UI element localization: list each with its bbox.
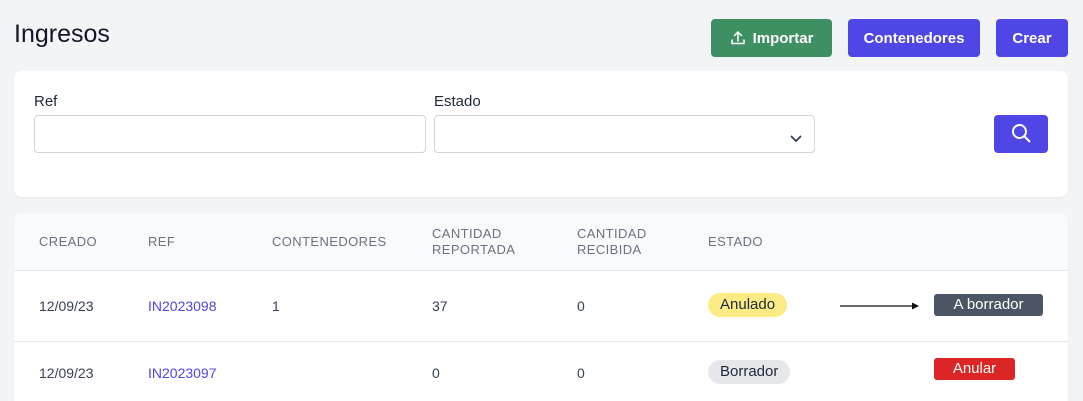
- column-header-received[interactable]: CANTIDAD RECIBIDA: [577, 226, 687, 258]
- ref-link[interactable]: IN2023098: [148, 298, 217, 314]
- filter-panel: Ref Estado: [14, 71, 1068, 197]
- received-cell: 0: [577, 298, 585, 314]
- received-cell: 0: [577, 365, 585, 381]
- column-header-reported[interactable]: CANTIDAD REPORTADA: [432, 226, 552, 258]
- estado-select[interactable]: [434, 115, 815, 153]
- table-header: CREADO REF CONTENEDORES CANTIDAD REPORTA…: [14, 213, 1068, 271]
- status-badge: Borrador: [708, 360, 791, 384]
- created-cell: 12/09/23: [39, 365, 94, 381]
- ref-link[interactable]: IN2023097: [148, 365, 217, 381]
- reported-cell: 0: [432, 365, 440, 381]
- create-button[interactable]: Crear: [996, 19, 1068, 57]
- containers-button[interactable]: Contenedores: [848, 19, 980, 57]
- created-cell: 12/09/23: [39, 298, 94, 314]
- page-title: Ingresos: [14, 20, 110, 48]
- reported-cell: 37: [432, 298, 448, 314]
- ingresos-table: CREADO REF CONTENEDORES CANTIDAD REPORTA…: [14, 213, 1068, 401]
- column-header-created[interactable]: CREADO: [39, 234, 97, 250]
- search-button[interactable]: [994, 115, 1048, 153]
- column-header-containers[interactable]: CONTENEDORES: [272, 234, 387, 250]
- ref-input[interactable]: [34, 115, 426, 153]
- cancel-button[interactable]: Anular: [934, 358, 1015, 380]
- column-header-status[interactable]: ESTADO: [708, 234, 763, 250]
- arrow-right-icon: [840, 302, 919, 310]
- import-button[interactable]: Importar: [711, 19, 832, 57]
- estado-label: Estado: [434, 93, 481, 110]
- ref-label: Ref: [34, 93, 58, 110]
- column-header-ref[interactable]: REF: [148, 234, 175, 250]
- search-icon: [1011, 123, 1031, 146]
- table-row: 12/09/23 IN2023098 1 37 0 Anulado A borr…: [14, 271, 1068, 342]
- table-row: 12/09/23 IN2023097 0 0 Borrador Anular: [14, 342, 1068, 401]
- to-draft-button[interactable]: A borrador: [934, 294, 1043, 316]
- status-badge: Anulado: [708, 293, 788, 317]
- upload-icon: [730, 30, 746, 46]
- containers-cell: 1: [272, 298, 280, 314]
- chevron-down-icon: [790, 130, 802, 146]
- import-button-label: Importar: [752, 29, 814, 47]
